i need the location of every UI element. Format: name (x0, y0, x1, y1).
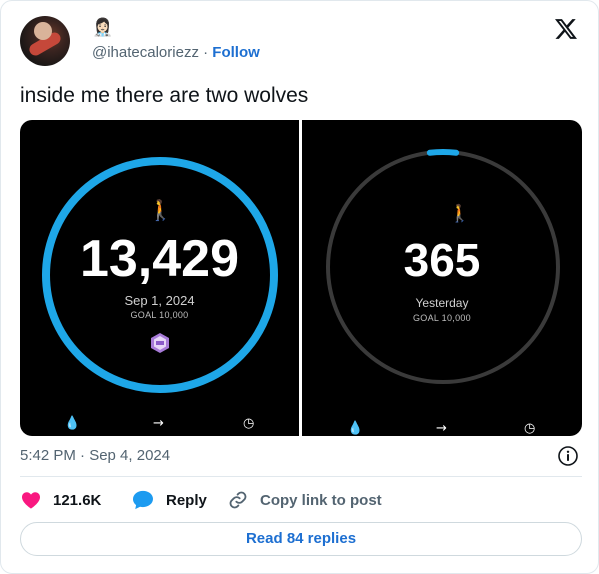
handle-row: @ihatecaloriezz · Follow (92, 44, 260, 62)
step-count: 13,429 (79, 230, 240, 288)
copy-link-button[interactable]: Copy link to post (228, 490, 382, 510)
separator-dot: · (203, 44, 209, 61)
read-replies-button[interactable]: Read 84 replies (20, 522, 582, 556)
like-button[interactable]: 121.6K (21, 490, 101, 510)
status-emoji: 👩🏻‍⚕️ (92, 18, 114, 38)
user-handle[interactable]: @ihatecaloriezz (92, 44, 199, 61)
tweet-text: inside me there are two wolves (20, 84, 309, 107)
reply-button[interactable]: Reply (132, 490, 207, 510)
step-panel-right: 🚶 365 Yesterday GOAL 10,000 💧 → ◷ (302, 120, 582, 436)
face-shape (34, 22, 52, 40)
step-date: Yesterday (415, 296, 469, 310)
divider-line (20, 476, 582, 477)
reply-bubble-icon (133, 490, 153, 510)
achievement-badge-icon (151, 333, 169, 353)
clock-icon: ◷ (524, 421, 536, 436)
tweet-timestamp[interactable]: 5:42 PM · Sep 4, 2024 (20, 447, 170, 464)
x-logo-icon[interactable] (554, 18, 578, 40)
heart-icon (22, 492, 40, 509)
media-image[interactable]: 🚶 13,429 Sep 1, 2024 GOAL 10,000 💧 → ◷ 🚶… (20, 120, 582, 436)
like-count: 121.6K (53, 491, 102, 509)
tweet-card: 👩🏻‍⚕️ @ihatecaloriezz · Follow inside me… (0, 0, 599, 574)
copy-link-label: Copy link to post (260, 491, 382, 509)
step-panel-left: 🚶 13,429 Sep 1, 2024 GOAL 10,000 💧 → ◷ (20, 120, 299, 436)
step-goal: GOAL 10,000 (130, 310, 189, 320)
walker-icon: 🚶 (148, 198, 173, 222)
follow-link[interactable]: Follow (212, 44, 260, 61)
info-icon[interactable] (557, 445, 579, 467)
walker-icon: 🚶 (449, 204, 471, 224)
flame-icon: 💧 (64, 416, 81, 431)
step-date: Sep 1, 2024 (124, 293, 195, 308)
clock-icon: ◷ (243, 416, 255, 431)
arrow-right-icon: → (153, 416, 164, 431)
action-bar: 121.6K Reply Copy link to post (1, 490, 599, 510)
step-goal: GOAL 10,000 (412, 313, 471, 323)
link-icon (229, 491, 247, 509)
avatar[interactable] (20, 16, 70, 66)
reply-label: Reply (166, 491, 207, 509)
arrow-right-icon: → (436, 421, 447, 436)
flame-icon: 💧 (347, 421, 364, 436)
step-count: 365 (403, 234, 481, 286)
